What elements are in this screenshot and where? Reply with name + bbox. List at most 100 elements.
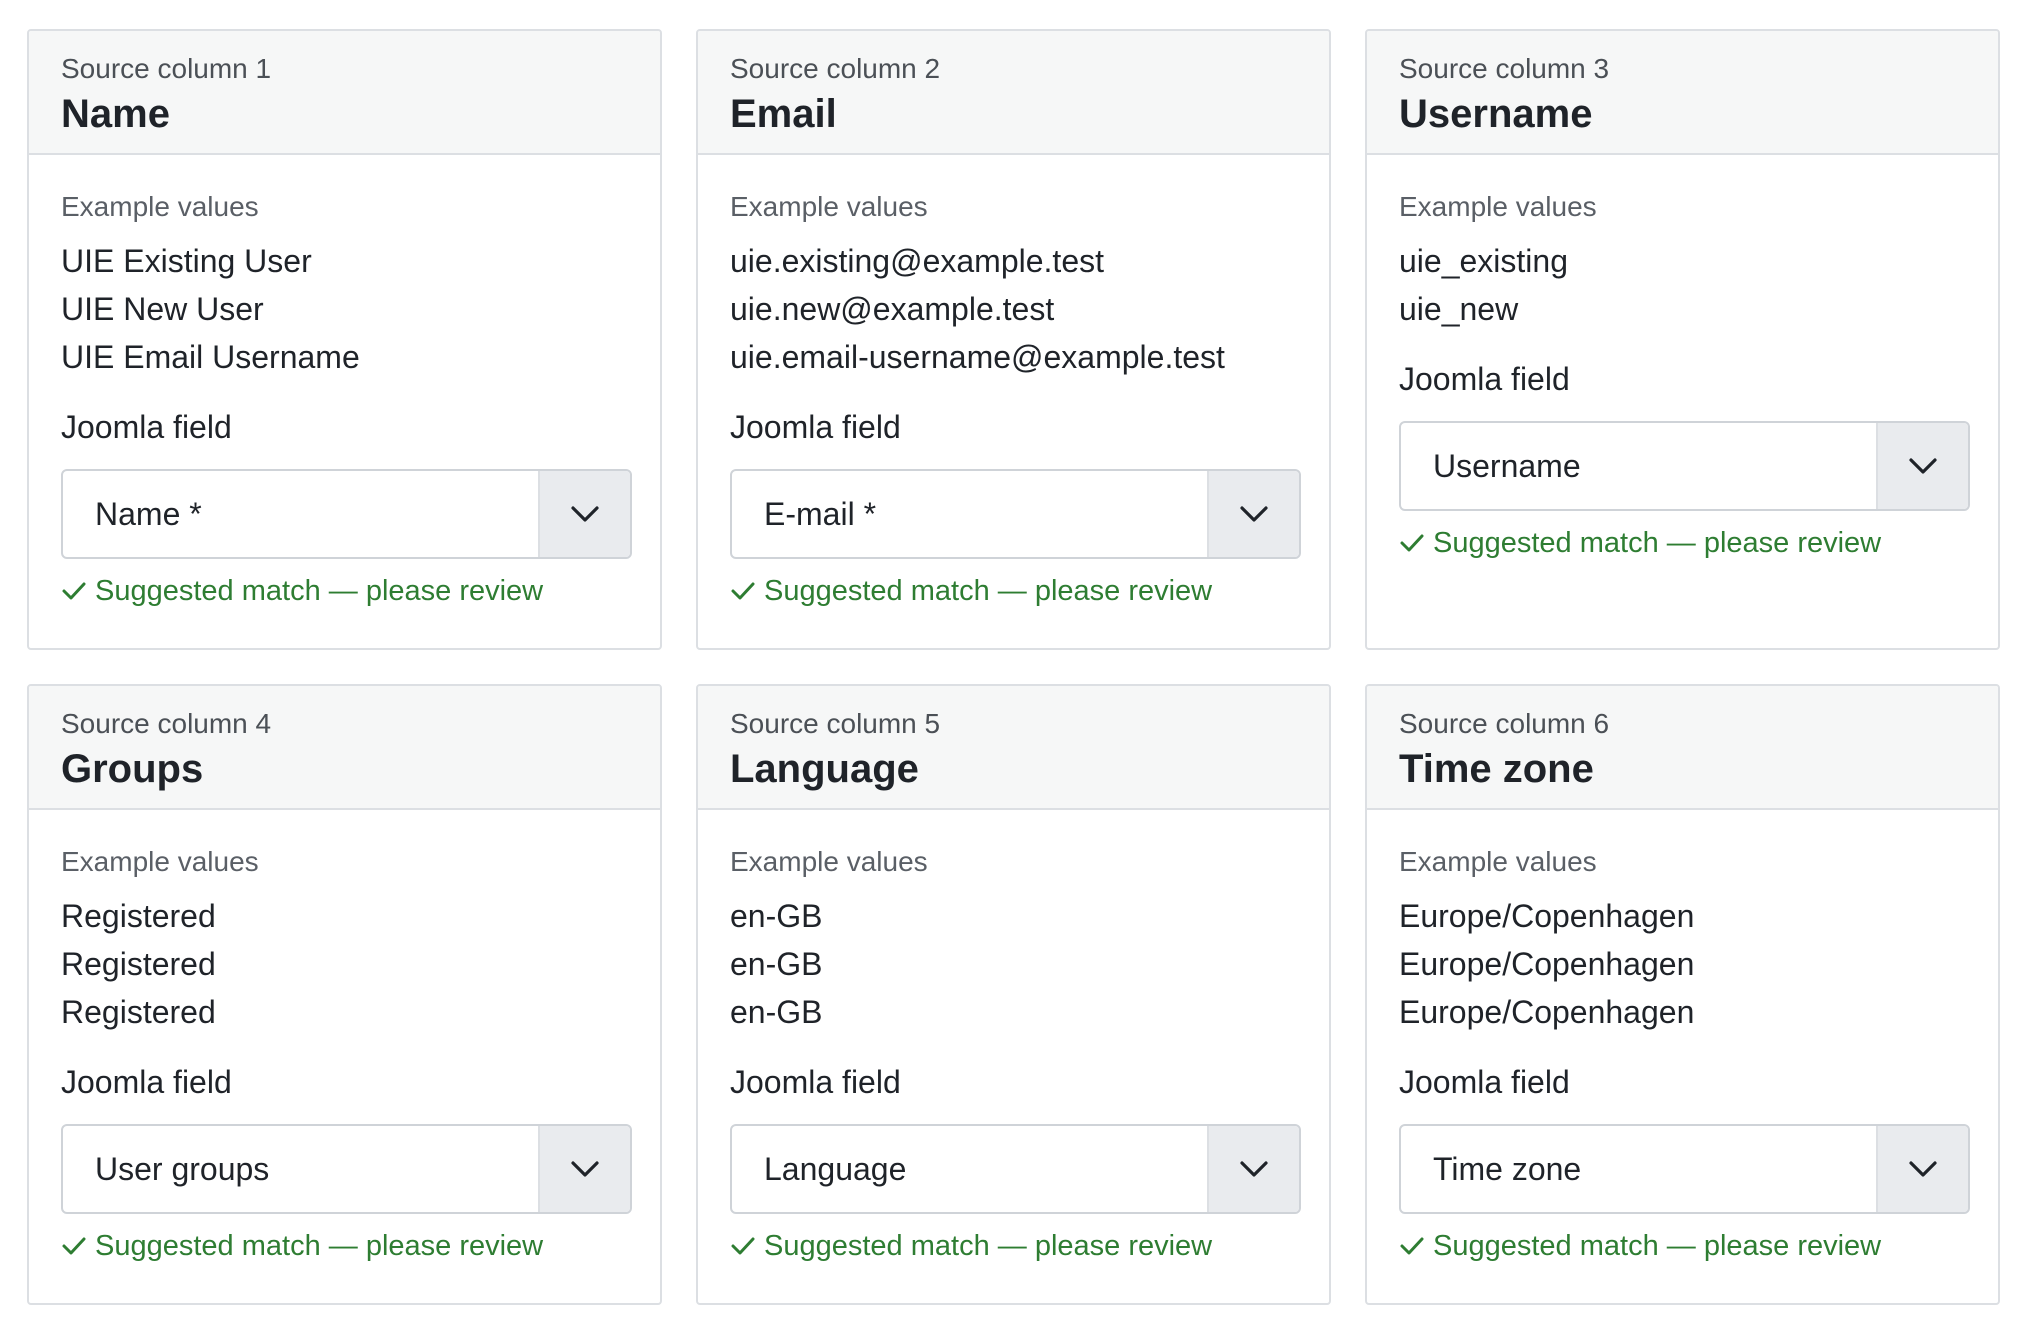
example-values-label: Example values — [61, 191, 259, 222]
example-values-list: en-GB en-GB en-GB — [730, 892, 1297, 1036]
source-column-title: Username — [1399, 92, 1593, 136]
joomla-field-selected-value: Username — [1433, 448, 1581, 484]
dropdown-toggle[interactable] — [1207, 471, 1299, 557]
example-values-label: Example values — [730, 846, 928, 877]
source-column-title: Groups — [61, 747, 204, 791]
joomla-field-label: Joomla field — [61, 409, 232, 445]
suggested-match-hint: Suggested match — please review — [1399, 1228, 1966, 1264]
dropdown-toggle[interactable] — [1876, 423, 1968, 509]
example-value: en-GB — [730, 946, 823, 982]
joomla-field-select[interactable]: Username — [1399, 421, 1970, 511]
example-values-label: Example values — [61, 846, 259, 877]
mapping-card: Source column 3 Username Example values … — [1365, 29, 2000, 650]
card-header: Source column 2 Email — [698, 31, 1329, 155]
suggested-match-hint: Suggested match — please review — [61, 573, 628, 609]
source-column-label: Source column 3 — [1399, 53, 1610, 84]
joomla-field-label: Joomla field — [1399, 1064, 1570, 1100]
source-column-title: Language — [730, 747, 919, 791]
suggested-match-hint: Suggested match — please review — [1399, 525, 1966, 561]
card-body: Example values Registered Registered Regis… — [29, 810, 660, 1264]
card-body: Example values uie.existing@example.test… — [698, 155, 1329, 609]
chevron-down-icon — [1909, 458, 1937, 474]
mapping-card: Source column 2 Email Example values uie… — [696, 29, 1331, 650]
joomla-field-select[interactable]: E-mail * — [730, 469, 1301, 559]
example-values-list: Registered Registered Registered — [61, 892, 628, 1036]
suggested-match-text: Suggested match — please review — [1433, 1230, 1882, 1262]
suggested-match-text: Suggested match — please review — [1433, 527, 1882, 559]
example-value: Europe/Copenhagen — [1399, 946, 1695, 982]
joomla-field-label: Joomla field — [730, 409, 901, 445]
example-value: uie.new@example.test — [730, 291, 1055, 327]
suggested-match-hint: Suggested match — please review — [730, 573, 1297, 609]
mapping-card: Source column 5 Language Example values … — [696, 684, 1331, 1305]
example-values-list: uie.existing@example.test uie.new@example… — [730, 237, 1297, 381]
suggested-match-text: Suggested match — please review — [95, 1230, 544, 1262]
card-header: Source column 5 Language — [698, 686, 1329, 810]
joomla-field-label: Joomla field — [730, 1064, 901, 1100]
check-icon — [1399, 1235, 1425, 1257]
source-column-label: Source column 1 — [61, 53, 272, 84]
example-values-list: UIE Existing User UIE New User UIE Email U… — [61, 237, 628, 381]
source-column-title: Time zone — [1399, 747, 1594, 791]
joomla-field-selected-value: Time zone — [1433, 1151, 1582, 1187]
card-body: Example values en-GB en-GB en-GB Joomla fi… — [698, 810, 1329, 1264]
joomla-field-selected-value: E-mail * — [764, 496, 877, 532]
joomla-field-selected-value: Name * — [95, 496, 202, 532]
source-column-label: Source column 2 — [730, 53, 941, 84]
card-body: Example values Europe/Copenhagen Europe/C… — [1367, 810, 1998, 1264]
joomla-field-select[interactable]: Language — [730, 1124, 1301, 1214]
joomla-field-label: Joomla field — [61, 1064, 232, 1100]
joomla-field-select[interactable]: Time zone — [1399, 1124, 1970, 1214]
chevron-down-icon — [1240, 1161, 1268, 1177]
example-value: Registered — [61, 946, 216, 982]
source-column-label: Source column 4 — [61, 708, 272, 739]
check-icon — [61, 580, 87, 602]
check-icon — [730, 580, 756, 602]
joomla-field-select[interactable]: Name * — [61, 469, 632, 559]
source-column-title: Email — [730, 92, 837, 136]
mapping-card: Source column 6 Time zone Example values… — [1365, 684, 2000, 1305]
example-value: UIE Email Username — [61, 339, 360, 375]
column-mapping-grid: Source column 1 Name Example values UIE … — [27, 29, 2000, 1305]
mapping-card: Source column 4 Groups Example values Re… — [27, 684, 662, 1305]
example-value: uie_new — [1399, 291, 1519, 327]
example-value: uie_existing — [1399, 243, 1568, 279]
source-column-label: Source column 6 — [1399, 708, 1610, 739]
suggested-match-hint: Suggested match — please review — [61, 1228, 628, 1264]
example-values-label: Example values — [730, 191, 928, 222]
chevron-down-icon — [571, 1161, 599, 1177]
example-values-label: Example values — [1399, 191, 1597, 222]
source-column-label: Source column 5 — [730, 708, 941, 739]
joomla-field-label: Joomla field — [1399, 361, 1570, 397]
example-value: en-GB — [730, 898, 823, 934]
dropdown-toggle[interactable] — [1876, 1126, 1968, 1212]
joomla-field-selected-value: User groups — [95, 1151, 270, 1187]
example-value: uie.email-username@example.test — [730, 339, 1225, 375]
dropdown-toggle[interactable] — [1207, 1126, 1299, 1212]
suggested-match-text: Suggested match — please review — [764, 1230, 1213, 1262]
chevron-down-icon — [1909, 1161, 1937, 1177]
example-value: UIE New User — [61, 291, 264, 327]
card-body: Example values uie_existing uie_new Jooml… — [1367, 155, 1998, 561]
dropdown-toggle[interactable] — [538, 471, 630, 557]
example-value: Registered — [61, 898, 216, 934]
mapping-card: Source column 1 Name Example values UIE … — [27, 29, 662, 650]
card-header: Source column 6 Time zone — [1367, 686, 1998, 810]
chevron-down-icon — [1240, 506, 1268, 522]
example-value: Europe/Copenhagen — [1399, 994, 1695, 1030]
suggested-match-hint: Suggested match — please review — [730, 1228, 1297, 1264]
dropdown-toggle[interactable] — [538, 1126, 630, 1212]
card-header: Source column 4 Groups — [29, 686, 660, 810]
suggested-match-text: Suggested match — please review — [764, 575, 1213, 607]
example-value: Registered — [61, 994, 216, 1030]
card-header: Source column 3 Username — [1367, 31, 1998, 155]
joomla-field-select[interactable]: User groups — [61, 1124, 632, 1214]
check-icon — [1399, 532, 1425, 554]
check-icon — [730, 1235, 756, 1257]
check-icon — [61, 1235, 87, 1257]
card-header: Source column 1 Name — [29, 31, 660, 155]
card-body: Example values UIE Existing User UIE New … — [29, 155, 660, 609]
source-column-title: Name — [61, 92, 170, 136]
example-values-list: Europe/Copenhagen Europe/Copenhagen Europe… — [1399, 892, 1966, 1036]
example-value: en-GB — [730, 994, 823, 1030]
